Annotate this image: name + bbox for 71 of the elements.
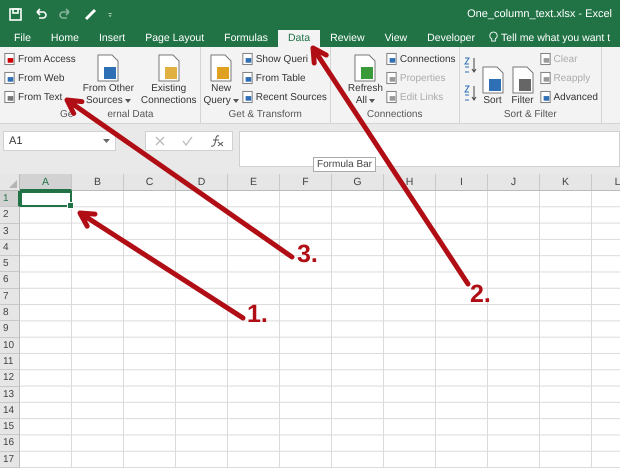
- ribbon-button[interactable]: Filter: [508, 50, 538, 109]
- ribbon-button[interactable]: Show Queri: [240, 50, 328, 68]
- column-header[interactable]: G: [332, 174, 384, 191]
- ribbon-tab[interactable]: Page Layout: [135, 30, 214, 47]
- ribbon-button[interactable]: From Table: [240, 69, 328, 87]
- column-header[interactable]: I: [436, 174, 488, 191]
- column-header[interactable]: B: [72, 174, 124, 191]
- column-header[interactable]: L: [592, 174, 620, 191]
- column-header[interactable]: A: [20, 174, 72, 191]
- ribbon-button[interactable]: From Text: [2, 88, 77, 106]
- tell-me-field[interactable]: Tell me what you want t: [498, 32, 610, 47]
- row-header[interactable]: 7: [0, 288, 20, 306]
- name-box[interactable]: A1: [3, 131, 116, 151]
- group-label: Sort & Filter: [504, 109, 557, 120]
- ribbon-tab[interactable]: Home: [40, 30, 89, 47]
- row-header[interactable]: 11: [0, 354, 20, 370]
- row-header[interactable]: 3: [0, 224, 20, 240]
- row-header[interactable]: 9: [0, 321, 20, 338]
- sort-ascending-icon[interactable]: [462, 56, 478, 74]
- tooltip: Formula Bar: [313, 157, 376, 172]
- lightbulb-icon: [489, 31, 498, 43]
- row-header[interactable]: 1: [0, 191, 20, 208]
- column-header[interactable]: E: [228, 174, 280, 191]
- ribbon-button[interactable]: From Web: [2, 69, 77, 87]
- group-label: ernal Data: [107, 109, 154, 120]
- column-header[interactable]: F: [280, 174, 332, 191]
- row-header[interactable]: 4: [0, 240, 20, 256]
- ribbon-button[interactable]: Sort: [478, 50, 508, 109]
- row-header[interactable]: 17: [0, 452, 20, 468]
- row-header[interactable]: 12: [0, 370, 20, 387]
- sort-descending-icon[interactable]: [462, 84, 478, 102]
- row-header[interactable]: 13: [0, 386, 20, 403]
- row-header[interactable]: 10: [0, 338, 20, 354]
- row-header[interactable]: 6: [0, 272, 20, 289]
- ribbon-button[interactable]: From Other Sources: [82, 50, 135, 109]
- window-title: One_column_text.xlsx - Excel: [467, 8, 612, 20]
- step-number: 3.: [297, 240, 318, 269]
- step-number: 1.: [247, 300, 268, 329]
- check-icon[interactable]: [182, 136, 192, 146]
- formula-input[interactable]: [239, 131, 620, 167]
- row-header[interactable]: 14: [0, 402, 20, 420]
- ribbon-button[interactable]: Refresh All: [346, 50, 384, 109]
- caret-icon: [103, 139, 110, 143]
- ribbon-button[interactable]: New Query: [202, 50, 240, 109]
- ribbon-tab[interactable]: Review: [320, 30, 375, 47]
- row-header[interactable]: 15: [0, 419, 20, 436]
- step-number: 2.: [470, 280, 491, 309]
- row-header[interactable]: 8: [0, 305, 20, 322]
- ribbon-tab[interactable]: View: [374, 30, 418, 47]
- ribbon-tab[interactable]: Data: [278, 30, 320, 47]
- column-header[interactable]: J: [488, 174, 540, 191]
- ribbon-button[interactable]: Existing Connections: [140, 50, 198, 109]
- column-header[interactable]: K: [540, 174, 592, 191]
- save-icon[interactable]: [8, 6, 23, 22]
- ribbon-tab[interactable]: Developer: [417, 30, 486, 47]
- ribbon-tab[interactable]: File: [4, 30, 41, 47]
- ribbon-tab[interactable]: Formulas: [214, 30, 278, 47]
- ribbon-button[interactable]: Recent Sources: [240, 88, 328, 106]
- group-label: Get & Transform: [228, 109, 302, 120]
- selected-cell[interactable]: [20, 191, 72, 208]
- ribbon-button[interactable]: From Access: [2, 50, 77, 68]
- row-header[interactable]: 5: [0, 256, 20, 272]
- triangle-icon: [9, 180, 17, 188]
- row-header[interactable]: 16: [0, 435, 20, 452]
- function-icon[interactable]: [210, 135, 224, 147]
- column-header[interactable]: C: [124, 174, 176, 191]
- ribbon-button[interactable]: Advanced: [538, 88, 599, 106]
- ribbon-tab[interactable]: Insert: [88, 30, 136, 47]
- group-label: Connections: [366, 109, 422, 120]
- row-header[interactable]: 2: [0, 207, 20, 224]
- ribbon-button[interactable]: Connections: [384, 50, 457, 68]
